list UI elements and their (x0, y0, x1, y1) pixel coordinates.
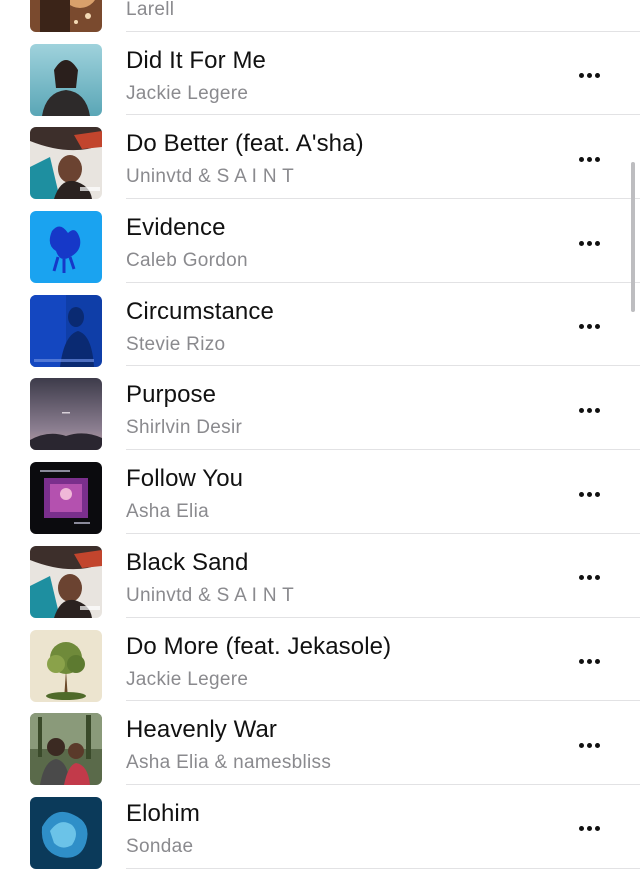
song-title: Elohim (126, 799, 200, 827)
album-art (30, 0, 102, 32)
song-title: Do More (feat. Jekasole) (126, 632, 392, 660)
song-artist: Stevie Rizo (126, 333, 226, 355)
song-row[interactable]: Did It For Me Jackie Legere (0, 32, 640, 116)
song-artist: Uninvtd & S A I N T (126, 166, 294, 188)
song-title: Do Better (feat. A'sha) (126, 130, 364, 158)
song-title: Purpose (126, 381, 217, 409)
album-art (30, 294, 102, 367)
row-divider (126, 867, 640, 869)
song-row[interactable]: Larell (0, 0, 640, 32)
ellipsis-icon[interactable] (572, 484, 606, 504)
song-row[interactable]: Circumstance Stevie Rizo (0, 283, 640, 367)
song-row[interactable]: Black Sand Uninvtd & S A I N T (0, 534, 640, 618)
song-artist: Larell (126, 0, 175, 20)
song-title: Did It For Me (126, 46, 266, 74)
ellipsis-icon[interactable] (572, 400, 606, 420)
song-artist: Jackie Legere (126, 82, 249, 104)
song-title: Heavenly War (126, 716, 278, 744)
song-artist: Shirlvin Desir (126, 417, 243, 439)
song-title: Black Sand (126, 548, 249, 576)
album-art (30, 796, 102, 869)
album-art (30, 713, 102, 786)
ellipsis-icon[interactable] (572, 66, 606, 86)
song-title: Evidence (126, 214, 226, 242)
song-artist: Uninvtd & S A I N T (126, 584, 294, 606)
song-row[interactable]: Elohim Sondae (0, 785, 640, 869)
album-art (30, 378, 102, 451)
ellipsis-icon[interactable] (572, 652, 606, 672)
song-artist: Asha Elia (126, 501, 209, 523)
song-row[interactable]: Do Better (feat. A'sha) Uninvtd & S A I … (0, 115, 640, 200)
album-art (30, 43, 102, 116)
ellipsis-icon[interactable] (572, 233, 606, 253)
song-row[interactable]: Evidence Caleb Gordon (0, 199, 640, 284)
album-art (30, 545, 102, 618)
song-row[interactable]: Follow You Asha Elia (0, 450, 640, 535)
ellipsis-icon[interactable] (572, 735, 606, 755)
album-art (30, 127, 102, 200)
song-artist: Jackie Legere (126, 668, 249, 690)
album-art (30, 211, 102, 284)
song-title: Follow You (126, 465, 244, 493)
song-row[interactable]: Purpose Shirlvin Desir (0, 366, 640, 451)
song-row[interactable]: Heavenly War Asha Elia & namesbliss (0, 701, 640, 786)
ellipsis-icon[interactable] (572, 568, 606, 588)
song-artist: Caleb Gordon (126, 250, 248, 272)
ellipsis-icon[interactable] (572, 0, 606, 2)
album-art (30, 462, 102, 535)
song-row[interactable]: Do More (feat. Jekasole) Jackie Legere (0, 618, 640, 702)
ellipsis-icon[interactable] (572, 819, 606, 839)
song-title: Circumstance (126, 297, 274, 325)
song-artist: Asha Elia & namesbliss (126, 752, 332, 774)
ellipsis-icon[interactable] (572, 317, 606, 337)
album-art (30, 629, 102, 702)
song-list: Larell Did It For Me Jackie Legere Do Be… (0, 0, 640, 869)
scrollbar[interactable] (631, 162, 635, 312)
ellipsis-icon[interactable] (572, 149, 606, 169)
